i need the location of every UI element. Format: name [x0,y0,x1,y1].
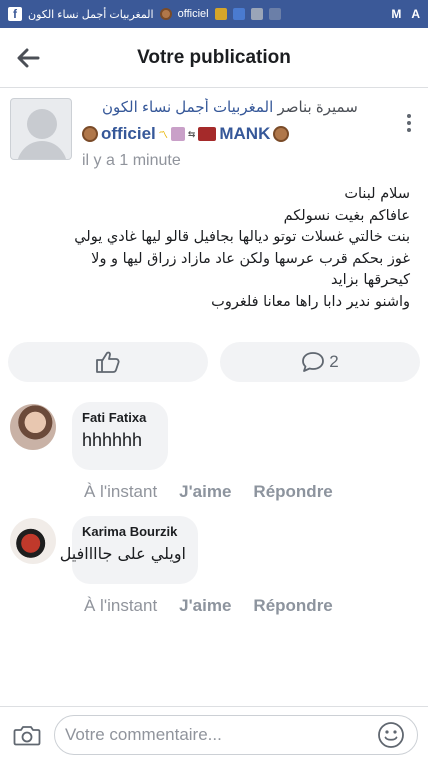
commenter-name[interactable]: Karima Bourzik [82,524,186,539]
commenter-avatar[interactable] [10,518,56,564]
group-name[interactable]: المغربيات أجمل نساء الكون [102,99,273,116]
post-line: عافاكم بغيت نسولكم [283,207,410,224]
author-avatar[interactable] [10,98,72,160]
like-button[interactable] [8,342,208,382]
comment-input[interactable] [54,714,418,755]
comment-count: 2 [329,352,339,371]
camera-icon [13,725,41,745]
app-icon [250,8,263,20]
comment-actions: À l'instant J'aime Répondre [84,482,333,502]
status-bar: f المغربيات أجمل نساء الكون officiel M A [0,0,428,28]
camera-button[interactable] [10,718,44,752]
reaction-row: 2 [0,342,428,386]
reply-button[interactable]: Répondre [253,596,332,616]
thumbs-up-icon [96,351,120,373]
comment-item: Karima Bourzik اويلي على جاااافيل À l'in… [0,512,428,622]
comment-text: hhhhhh [82,430,143,450]
comment-composer [0,706,428,762]
flag-icon [214,8,227,20]
back-button[interactable] [0,28,56,88]
author-name[interactable]: سميرة بناصر [277,99,357,116]
comment-bubble: Karima Bourzik اويلي على جاااافيل [59,516,198,584]
facebook-small-icon [232,8,245,20]
like-comment-button[interactable]: J'aime [179,482,231,502]
post-author-line: سميرة بناصر المغربيات أجمل نساء الكون [82,98,394,116]
post-timestamp[interactable]: il y a 1 minute [82,152,181,170]
comment-time: À l'instant [84,482,158,501]
page-name-line[interactable]: officiel 〽 ⇆ MANK [82,124,394,144]
reply-button[interactable]: Répondre [253,482,332,502]
status-right: M A [391,7,420,21]
like-comment-button[interactable]: J'aime [179,596,231,616]
app-header: Votre publication [0,28,428,88]
more-options-button[interactable] [398,108,420,138]
status-notification-page: officiel [177,8,209,20]
comment-item: Fati Fatixa hhhhhh À l'instant J'aime Ré… [0,398,428,508]
smiley-icon[interactable] [376,720,406,750]
comment-time: À l'instant [84,596,158,615]
comment-text: اويلي على جاااافيل [59,544,186,563]
status-notification-group: المغربيات أجمل نساء الكون [28,8,154,21]
post-line: غوز بحكم قرب عرسها ولكن عاد مازاد زراق ل… [91,250,410,267]
red-square-icon [198,127,217,141]
status-letter-m: M [391,7,402,21]
post-body: سلام لبنات عافاكم بغيت نسولكم بنت خالتي … [8,184,410,313]
comments-button[interactable]: 2 [220,342,420,382]
post-line: واشنو ندير دابا راها معانا فلغروب [211,293,410,310]
on-arrow-icon: ⇆ [187,128,196,139]
page-suffix: MANK [219,124,271,143]
arrows-icon [268,8,281,20]
commenter-avatar[interactable] [10,404,56,450]
post-line: بنت خالتي غسلات توتو ديالها بجافيل قالو … [74,229,410,245]
comment-actions: À l'instant J'aime Répondre [84,596,333,616]
page-name: officiel [101,124,156,143]
post-line: سلام لبنات [344,186,410,202]
avatar-head-placeholder [27,109,57,139]
arrow-left-icon [17,48,40,67]
speech-bubble-icon [302,352,325,372]
status-letter-a: A [411,7,420,21]
post-card: سميرة بناصر المغربيات أجمل نساء الكون of… [0,88,428,388]
hands-icon: 〽 [158,129,168,140]
avatar-body-placeholder [17,141,67,159]
comment-bubble: Fati Fatixa hhhhhh [72,402,168,470]
post-line: كيحرقها بزايد [331,272,410,288]
flag-icon [170,127,185,141]
cookie-icon [159,8,172,20]
vertical-dots-icon [407,114,411,118]
commenter-name[interactable]: Fati Fatixa [82,410,156,425]
page-title: Votre publication [137,46,291,68]
facebook-icon: f [8,7,22,21]
cookie-icon [273,126,290,142]
cookie-icon [82,126,98,142]
